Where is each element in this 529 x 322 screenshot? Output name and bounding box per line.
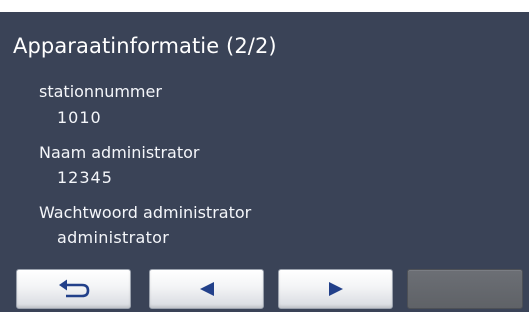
page-title: Apparaatinformatie (2/2) xyxy=(13,34,277,58)
blank-button xyxy=(407,269,523,309)
admin-name-label: Naam administrator xyxy=(39,143,200,162)
return-arrow-icon xyxy=(57,279,91,299)
station-number-label: stationnummer xyxy=(39,82,162,101)
next-button[interactable] xyxy=(278,269,393,309)
device-info-screen: Apparaatinformatie (2/2) stationnummer 1… xyxy=(0,12,529,312)
admin-password-value: administrator xyxy=(57,228,170,247)
admin-name-value: 12345 xyxy=(57,168,113,187)
back-button[interactable] xyxy=(16,269,131,309)
button-bar xyxy=(0,265,529,312)
admin-password-label: Wachtwoord administrator xyxy=(39,203,252,222)
previous-button[interactable] xyxy=(149,269,264,309)
station-number-value: 1010 xyxy=(57,108,102,127)
triangle-left-icon xyxy=(198,281,216,297)
triangle-right-icon xyxy=(327,281,345,297)
